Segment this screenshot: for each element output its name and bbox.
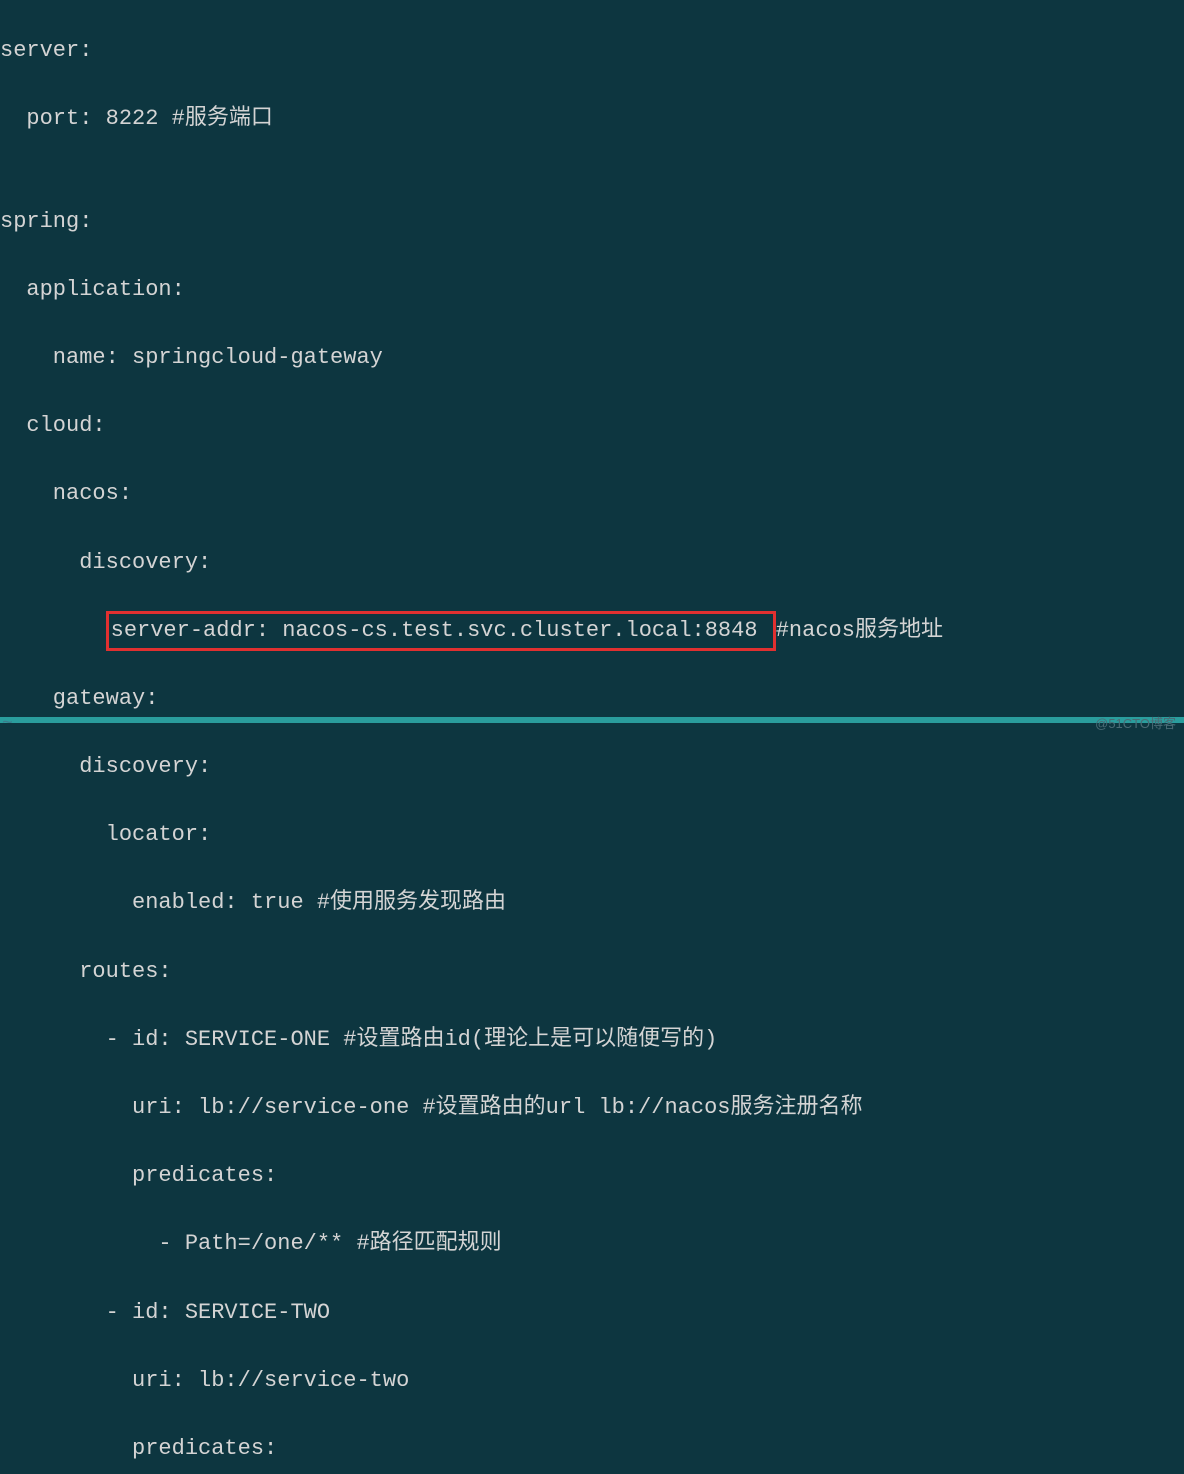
- code-line: application:: [0, 273, 1184, 307]
- code-line: gateway:: [0, 682, 1184, 716]
- highlight-annotation: server-addr: nacos-cs.test.svc.cluster.l…: [106, 611, 776, 651]
- editor-status-bar: [0, 717, 1184, 723]
- code-line: predicates:: [0, 1159, 1184, 1193]
- code-line: port: 8222 #服务端口: [0, 102, 1184, 136]
- watermark-text: @51CTO博客: [1095, 714, 1176, 734]
- code-line: locator:: [0, 818, 1184, 852]
- code-line: cloud:: [0, 409, 1184, 443]
- yaml-code-block: server: port: 8222 #服务端口 spring: applica…: [0, 0, 1184, 1474]
- code-line: discovery:: [0, 546, 1184, 580]
- code-line: predicates:: [0, 1432, 1184, 1466]
- code-line: enabled: true #使用服务发现路由: [0, 886, 1184, 920]
- comment-suffix: #nacos服务地址: [776, 618, 943, 643]
- code-line: uri: lb://service-one #设置路由的url lb://nac…: [0, 1091, 1184, 1125]
- indent: [0, 618, 106, 643]
- code-line: - Path=/one/** #路径匹配规则: [0, 1227, 1184, 1261]
- code-line-highlighted: server-addr: nacos-cs.test.svc.cluster.l…: [0, 614, 1184, 648]
- code-line: server:: [0, 34, 1184, 68]
- vim-tilde: ~: [2, 711, 13, 739]
- code-line: name: springcloud-gateway: [0, 341, 1184, 375]
- code-line: nacos:: [0, 477, 1184, 511]
- code-line: routes:: [0, 955, 1184, 989]
- code-line: discovery:: [0, 750, 1184, 784]
- code-line: - id: SERVICE-ONE #设置路由id(理论上是可以随便写的): [0, 1023, 1184, 1057]
- code-line: uri: lb://service-two: [0, 1364, 1184, 1398]
- code-line: spring:: [0, 205, 1184, 239]
- code-line: - id: SERVICE-TWO: [0, 1296, 1184, 1330]
